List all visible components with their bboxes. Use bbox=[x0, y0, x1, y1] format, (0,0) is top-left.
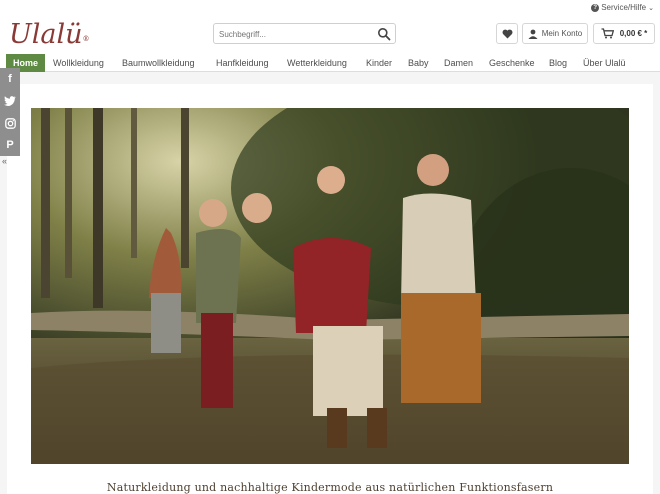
cart-amount: 0,00 € * bbox=[619, 29, 648, 38]
heart-icon bbox=[502, 29, 512, 39]
nav-item-blog[interactable]: Blog bbox=[549, 57, 567, 69]
service-help-label: Service/Hilfe bbox=[601, 3, 647, 12]
instagram-icon[interactable] bbox=[0, 112, 20, 134]
collapse-social-icon[interactable]: « bbox=[2, 156, 7, 166]
twitter-icon[interactable] bbox=[0, 90, 20, 112]
cart-icon bbox=[601, 28, 614, 39]
main-navigation: Home Wollkleidung Baumwollkleidung Hanfk… bbox=[0, 54, 660, 72]
search-box bbox=[213, 23, 396, 44]
nav-item-kinder[interactable]: Kinder bbox=[366, 57, 392, 69]
help-icon: ? bbox=[591, 3, 600, 12]
nav-item-baby[interactable]: Baby bbox=[408, 57, 429, 69]
social-bar: f P bbox=[0, 68, 20, 156]
header: Ulalü® Mein Konto 0,00 € * bbox=[0, 16, 660, 54]
logo-registered-mark: ® bbox=[82, 35, 90, 43]
facebook-icon[interactable]: f bbox=[0, 68, 20, 90]
tagline: Naturkleidung und nachhaltige Kindermode… bbox=[106, 481, 554, 494]
logo-text: Ulalü bbox=[9, 19, 83, 50]
nav-item-ueber-ulalue[interactable]: Über Ulalü bbox=[583, 57, 626, 69]
service-help-link[interactable]: ? Service/Hilfe ⌄ bbox=[591, 3, 654, 12]
nav-item-damen[interactable]: Damen bbox=[444, 57, 473, 69]
wishlist-button[interactable] bbox=[496, 23, 518, 44]
user-icon bbox=[528, 29, 538, 39]
hero-image bbox=[31, 108, 629, 464]
hero-photo bbox=[31, 108, 629, 464]
account-button[interactable]: Mein Konto bbox=[522, 23, 588, 44]
search-icon[interactable] bbox=[377, 27, 391, 41]
nav-item-baumwollkleidung[interactable]: Baumwollkleidung bbox=[122, 57, 195, 69]
account-label: Mein Konto bbox=[541, 29, 583, 38]
search-input[interactable] bbox=[214, 25, 364, 44]
nav-item-geschenke[interactable]: Geschenke bbox=[489, 57, 535, 69]
chevron-down-icon: ⌄ bbox=[648, 4, 654, 12]
nav-item-wollkleidung[interactable]: Wollkleidung bbox=[53, 57, 104, 69]
cart-button[interactable]: 0,00 € * bbox=[593, 23, 655, 44]
top-bar: ? Service/Hilfe ⌄ bbox=[0, 0, 660, 16]
logo[interactable]: Ulalü® bbox=[9, 20, 90, 50]
nav-item-hanfkleidung[interactable]: Hanfkleidung bbox=[216, 57, 269, 69]
pinterest-icon[interactable]: P bbox=[0, 134, 20, 156]
nav-item-wetterkleidung[interactable]: Wetterkleidung bbox=[287, 57, 347, 69]
